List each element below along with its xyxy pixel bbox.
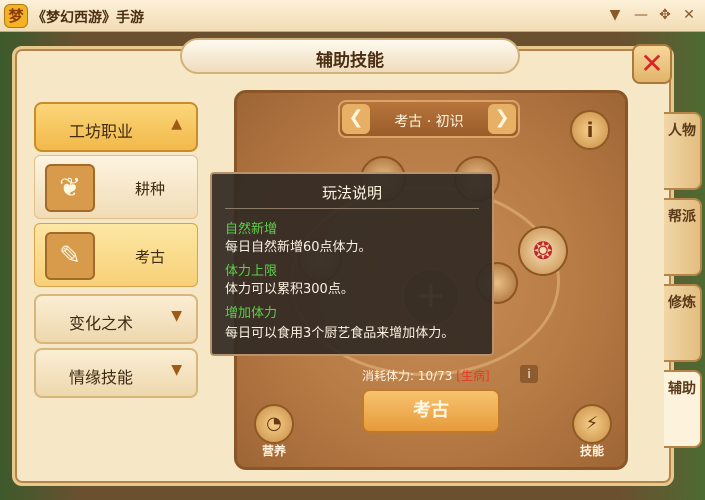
tooltip-heading: 自然新增 (225, 222, 278, 237)
wheat-icon: ❦ (45, 164, 95, 212)
stamina-cost-text: 消耗体力: 10/73 (362, 369, 453, 383)
sub-item-label: 耕种 (134, 180, 165, 198)
tooltip-text: 体力可以累积300点。 (225, 282, 354, 297)
stamina-cost: 消耗体力: 10/73 [生病] (362, 367, 490, 384)
category-label: 工坊职业 (68, 122, 133, 141)
dropdown-icon[interactable]: ▼ (606, 6, 624, 24)
chevron-down-icon: ▼ (171, 362, 182, 378)
skill-button[interactable]: ⚡ (572, 404, 612, 444)
tooltip-heading: 增加体力 (225, 306, 278, 321)
sick-status: [生病] (456, 369, 490, 383)
tab-character[interactable]: 人物 (664, 112, 702, 190)
next-skill-button[interactable]: ❯ (488, 104, 516, 134)
tab-cultivation[interactable]: 修炼 (664, 284, 702, 362)
sub-item-farming[interactable]: ❦ 耕种 (34, 155, 198, 219)
chevron-down-icon: ▼ (171, 308, 182, 324)
nutrition-label: 营养 (261, 444, 286, 458)
window-title: 《梦幻西游》手游 (32, 10, 144, 26)
skill-label: 技能 (579, 444, 604, 458)
shovel-icon: ✎ (45, 232, 95, 280)
tooltip-text: 每日自然新增60点体力。 (225, 240, 372, 255)
tab-guild[interactable]: 帮派 (664, 198, 702, 276)
category-label: 变化之术 (68, 314, 133, 333)
category-transformation[interactable]: 变化之术 ▼ (34, 294, 198, 344)
tooltip-text: 每日可以食用3个厨艺食品来增加体力。 (225, 326, 455, 341)
archaeology-button[interactable]: 考古 (362, 389, 500, 433)
category-bond-skills[interactable]: 情缘技能 ▼ (34, 348, 198, 398)
chevron-up-icon: ▲ (171, 116, 182, 132)
maximize-button[interactable]: ✥ (656, 6, 674, 24)
nutrition-button[interactable]: ◔ (254, 404, 294, 444)
window-close-button[interactable]: ✕ (680, 6, 698, 24)
sub-item-archaeology[interactable]: ✎ 考古 (34, 223, 198, 287)
info-button[interactable]: i (570, 110, 610, 150)
tooltip-title: 玩法说明 (321, 184, 382, 202)
tab-auxiliary[interactable]: 辅助 (664, 370, 702, 448)
tooltip-heading: 体力上限 (225, 264, 278, 279)
jar-icon[interactable]: ❂ (518, 226, 568, 276)
skill-level-name: 考古 · 初识 (394, 114, 464, 130)
category-label: 情缘技能 (68, 368, 133, 387)
app-logo: 梦 (4, 4, 28, 28)
close-button[interactable]: ✕ (632, 44, 672, 84)
minimize-button[interactable]: — (632, 6, 650, 24)
panel-title: 辅助技能 (316, 51, 384, 71)
cost-info-icon[interactable]: i (520, 365, 538, 383)
sub-item-label: 考古 (134, 248, 165, 266)
tooltip-divider (225, 208, 479, 209)
category-workshop[interactable]: 工坊职业 ▲ (34, 102, 198, 152)
